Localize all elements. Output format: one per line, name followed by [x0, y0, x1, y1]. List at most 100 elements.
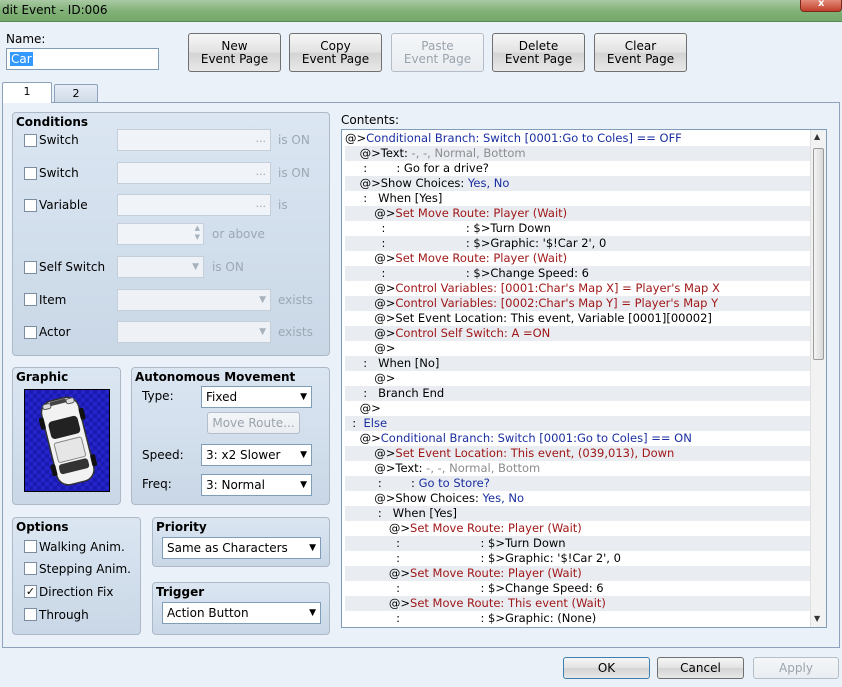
event-commands-list[interactable]: @>Conditional Branch: Switch [0001:Go to… — [341, 129, 827, 628]
graphic-title: Graphic — [16, 370, 69, 384]
stepping-anim-checkbox[interactable] — [24, 562, 37, 575]
command-segment: Set Move Route: Player (Wait) — [395, 206, 568, 220]
command-line[interactable]: @>Set Move Route: Player (Wait) — [345, 566, 810, 581]
command-segment: Control Variables: [0002:Char's Map Y] =… — [395, 296, 719, 310]
self-switch-select[interactable]: ▼ — [117, 256, 204, 278]
scroll-thumb[interactable] — [813, 148, 824, 360]
command-line[interactable]: : When [No] — [345, 356, 810, 371]
switch1-field[interactable]: ... — [117, 129, 271, 151]
name-field[interactable]: Car — [6, 48, 159, 70]
command-line[interactable]: @>Set Move Route: This event (Wait) — [345, 596, 810, 611]
actor-label: Actor — [39, 325, 71, 339]
command-line[interactable]: @>Text: -, -, Normal, Bottom — [345, 461, 810, 476]
tab-page-1[interactable]: 1 — [2, 82, 52, 103]
autonomous-movement-title: Autonomous Movement — [135, 370, 296, 384]
direction-fix-checkbox[interactable]: ✓ — [24, 585, 37, 598]
window-title: dit Event - ID:006 — [2, 3, 108, 17]
command-segment: @> — [345, 326, 396, 340]
variable-field[interactable]: ... — [117, 194, 271, 216]
trigger-select[interactable]: Action Button ▼ — [162, 602, 321, 624]
command-line[interactable]: @>Control Variables: [0002:Char's Map Y]… — [345, 296, 810, 311]
cancel-button[interactable]: Cancel — [657, 657, 744, 679]
car-sprite-graphic[interactable] — [24, 389, 110, 492]
command-line[interactable]: @> — [345, 401, 810, 416]
item-checkbox[interactable] — [24, 293, 37, 306]
actor-select[interactable]: ▼ — [117, 321, 271, 343]
spinner-icon: ▲ ▼ — [194, 224, 200, 241]
command-line[interactable]: : When [Yes] — [345, 506, 810, 521]
command-line[interactable]: @>Set Event Location: This event, Variab… — [345, 311, 810, 326]
item-select[interactable]: ▼ — [117, 289, 271, 311]
command-line[interactable]: @>Control Variables: [0001:Char's Map X]… — [345, 281, 810, 296]
command-line[interactable]: : : $>Turn Down — [345, 536, 810, 551]
variable-checkbox[interactable] — [24, 199, 37, 212]
command-line[interactable]: : When [Yes] — [345, 191, 810, 206]
new-event-page-button[interactable]: New Event Page — [188, 33, 281, 72]
self-switch-checkbox[interactable] — [24, 261, 37, 274]
close-button[interactable]: x — [800, 0, 842, 12]
paste-event-page-button[interactable]: Paste Event Page — [391, 33, 484, 72]
variable-value-spinner[interactable]: ▲ ▼ — [117, 223, 204, 245]
tab-label: 1 — [23, 85, 31, 98]
command-segment: Set Move Route: Player (Wait) — [410, 566, 582, 580]
command-line[interactable]: : : Go for a drive? — [345, 161, 810, 176]
command-line[interactable]: @>Set Move Route: Player (Wait) — [345, 521, 810, 536]
ok-button[interactable]: OK — [563, 657, 650, 679]
walking-anim-checkbox[interactable] — [24, 540, 37, 553]
command-segment: @>Show Choices: — [345, 491, 483, 505]
command-line[interactable]: @> — [345, 341, 810, 356]
command-line[interactable]: @>Set Move Route: Player (Wait) — [345, 251, 810, 266]
command-line[interactable]: : : $>Change Speed: 6 — [345, 266, 810, 281]
apply-button[interactable]: Apply — [753, 657, 839, 679]
type-label: Type: — [142, 389, 174, 403]
speed-select[interactable]: 3: x2 Slower ▼ — [201, 444, 312, 466]
tab-label: 2 — [72, 87, 80, 100]
command-line[interactable]: @>Conditional Branch: Switch [0001:Go to… — [345, 431, 810, 446]
command-line[interactable]: : : $>Graphic: '$!Car 2', 0 — [345, 236, 810, 251]
tab-page-2[interactable]: 2 — [54, 84, 98, 102]
move-route-button[interactable]: Move Route... — [207, 412, 300, 434]
freq-value: 3: Normal — [206, 478, 265, 492]
command-line[interactable]: @>Set Event Location: This event, (039,0… — [345, 446, 810, 461]
clear-event-page-button[interactable]: Clear Event Page — [594, 33, 687, 72]
scroll-up-icon[interactable]: ▲ — [814, 132, 820, 141]
freq-select[interactable]: 3: Normal ▼ — [201, 474, 312, 496]
through-checkbox[interactable] — [24, 608, 37, 621]
command-line[interactable]: @>Show Choices: Yes, No — [345, 176, 810, 191]
switch2-field[interactable]: ... — [117, 162, 271, 184]
priority-select[interactable]: Same as Characters ▼ — [162, 537, 321, 559]
command-segment: : Branch End — [345, 386, 445, 400]
switch2-checkbox[interactable] — [24, 167, 37, 180]
scroll-down-icon[interactable]: ▼ — [814, 614, 820, 623]
command-line[interactable]: @>Show Choices: Yes, No — [345, 491, 810, 506]
command-line[interactable]: : : $>Change Speed: 6 — [345, 581, 810, 596]
command-line[interactable]: : Else — [345, 416, 810, 431]
command-line[interactable]: @>Text: -, -, Normal, Bottom — [345, 146, 810, 161]
command-line[interactable]: @>Control Self Switch: A =ON — [345, 326, 810, 341]
command-line[interactable]: : : $>Graphic: '$!Car 2', 0 — [345, 551, 810, 566]
command-line[interactable]: : : $>Graphic: (None) — [345, 611, 810, 626]
command-line[interactable]: @>Conditional Branch: Switch [0001:Go to… — [345, 131, 810, 146]
self-switch-suffix: is ON — [212, 260, 244, 274]
command-segment: @>Set Event Location: This event, Variab… — [345, 311, 712, 325]
chevron-down-icon: ▼ — [259, 327, 266, 337]
command-line[interactable]: @>Set Move Route: Player (Wait) — [345, 206, 810, 221]
command-line[interactable]: @> — [345, 371, 810, 386]
command-segment: -, -, Normal, Bottom — [426, 461, 541, 475]
command-segment: @> — [345, 296, 396, 310]
vertical-scrollbar[interactable]: ▲ ▼ — [810, 130, 826, 627]
variable-suffix: is — [278, 198, 288, 212]
delete-event-page-button[interactable]: Delete Event Page — [492, 33, 585, 72]
command-segment: @>Text: — [345, 461, 427, 475]
actor-checkbox[interactable] — [24, 326, 37, 339]
priority-value: Same as Characters — [167, 541, 288, 555]
switch2-label: Switch — [39, 166, 79, 180]
command-line[interactable]: : Branch End — [345, 386, 810, 401]
type-select[interactable]: Fixed ▼ — [201, 386, 312, 408]
self-switch-label: Self Switch — [39, 260, 106, 274]
command-line[interactable]: : : $>Turn Down — [345, 221, 810, 236]
command-line[interactable]: : : Go to Store? — [345, 476, 810, 491]
copy-event-page-button[interactable]: Copy Event Page — [289, 33, 382, 72]
switch1-checkbox[interactable] — [24, 134, 37, 147]
chevron-down-icon: ▼ — [259, 295, 266, 305]
